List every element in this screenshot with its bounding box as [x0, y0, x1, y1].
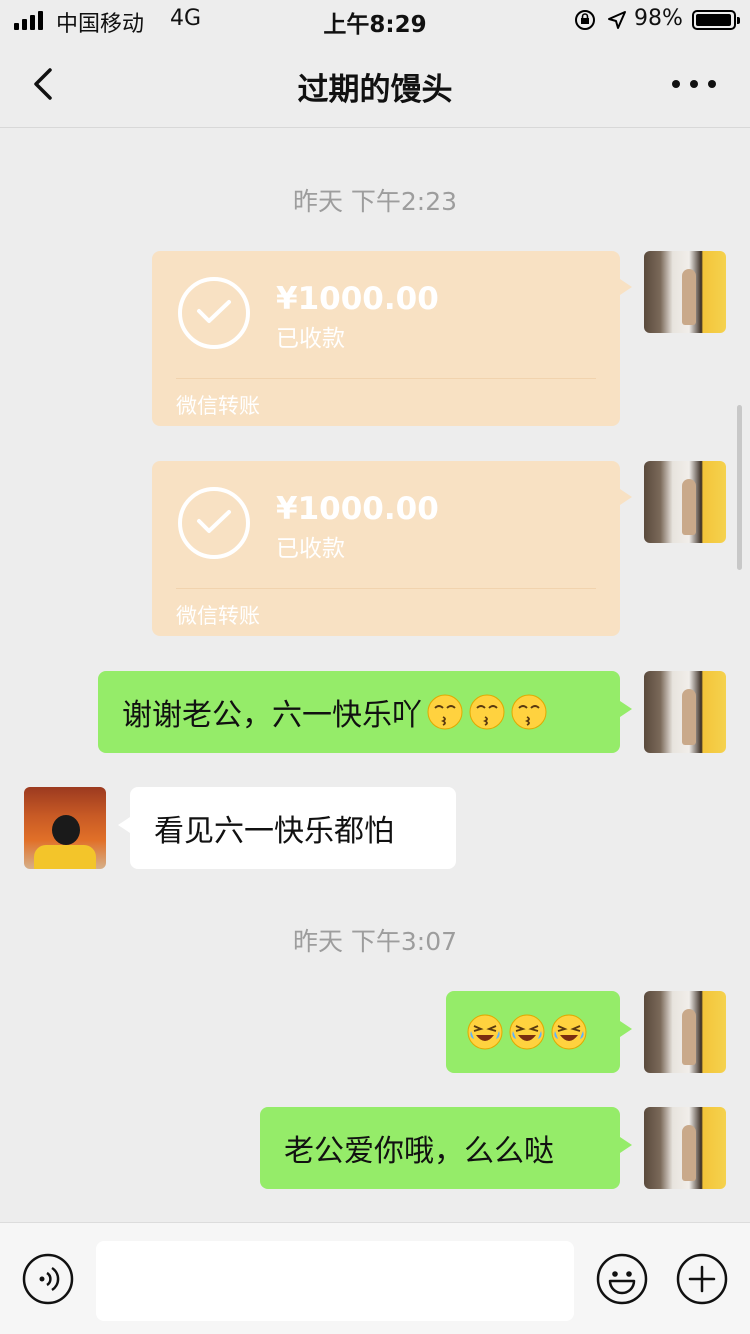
battery-level [696, 14, 732, 26]
my-avatar[interactable] [644, 1107, 726, 1189]
message-bubble[interactable] [446, 991, 632, 1073]
transfer-status: 已收款 [276, 536, 345, 562]
transfer-source: 微信转账 [176, 394, 260, 418]
location-arrow-icon [608, 11, 626, 29]
timestamp-label: 昨天 下午3:07 [292, 927, 458, 956]
battery-icon [692, 10, 740, 30]
my-avatar[interactable] [644, 461, 726, 543]
message-text: 谢谢老公，六一快乐吖 [122, 698, 422, 733]
divider [176, 378, 596, 379]
input-bar [0, 1222, 750, 1334]
rolling-laughing-emoji-icon [467, 1014, 503, 1050]
battery-percent: 98% [634, 6, 683, 31]
timestamp-label: 昨天 下午2:23 [292, 187, 458, 216]
voice-input-icon[interactable] [22, 1253, 74, 1305]
transfer-card[interactable]: ¥1000.00 已收款 微信转账 [152, 251, 632, 426]
check-circle-icon [178, 487, 250, 559]
transfer-amount: ¥1000.00 [276, 281, 439, 317]
message-bubble[interactable]: 老公爱你哦，么么哒 [260, 1107, 632, 1189]
message-bubble[interactable]: 谢谢老公，六一快乐吖 [98, 671, 632, 753]
check-circle-icon [178, 277, 250, 349]
kissing-face-emoji-icon [427, 694, 463, 730]
my-avatar[interactable] [644, 251, 726, 333]
kissing-face-emoji-icon [469, 694, 505, 730]
rotation-lock-icon [575, 10, 595, 30]
chat-title: 过期的馒头 [297, 72, 453, 108]
more-options-icon[interactable] [672, 70, 716, 98]
divider [176, 588, 596, 589]
rolling-laughing-emoji-icon [551, 1014, 587, 1050]
message-text: 看见六一快乐都怕 [154, 814, 394, 849]
my-avatar[interactable] [644, 671, 726, 753]
message-text: 老公爱你哦，么么哒 [284, 1134, 554, 1169]
nav-bar: 过期的馒头 [0, 40, 750, 128]
status-bar: 中国移动 4G 上午8:29 98% [0, 0, 750, 40]
transfer-card[interactable]: ¥1000.00 已收款 微信转账 [152, 461, 632, 636]
rolling-laughing-emoji-icon [509, 1014, 545, 1050]
message-bubble[interactable]: 看见六一快乐都怕 [118, 787, 456, 869]
kissing-face-emoji-icon [511, 694, 547, 730]
transfer-status: 已收款 [276, 326, 345, 352]
transfer-amount: ¥1000.00 [276, 491, 439, 527]
contact-avatar[interactable] [24, 787, 106, 869]
emoji-picker-icon[interactable] [596, 1253, 648, 1305]
message-input[interactable] [96, 1241, 574, 1321]
add-plus-icon[interactable] [676, 1253, 728, 1305]
scrollbar[interactable] [737, 405, 742, 570]
my-avatar[interactable] [644, 991, 726, 1073]
transfer-source: 微信转账 [176, 604, 260, 628]
